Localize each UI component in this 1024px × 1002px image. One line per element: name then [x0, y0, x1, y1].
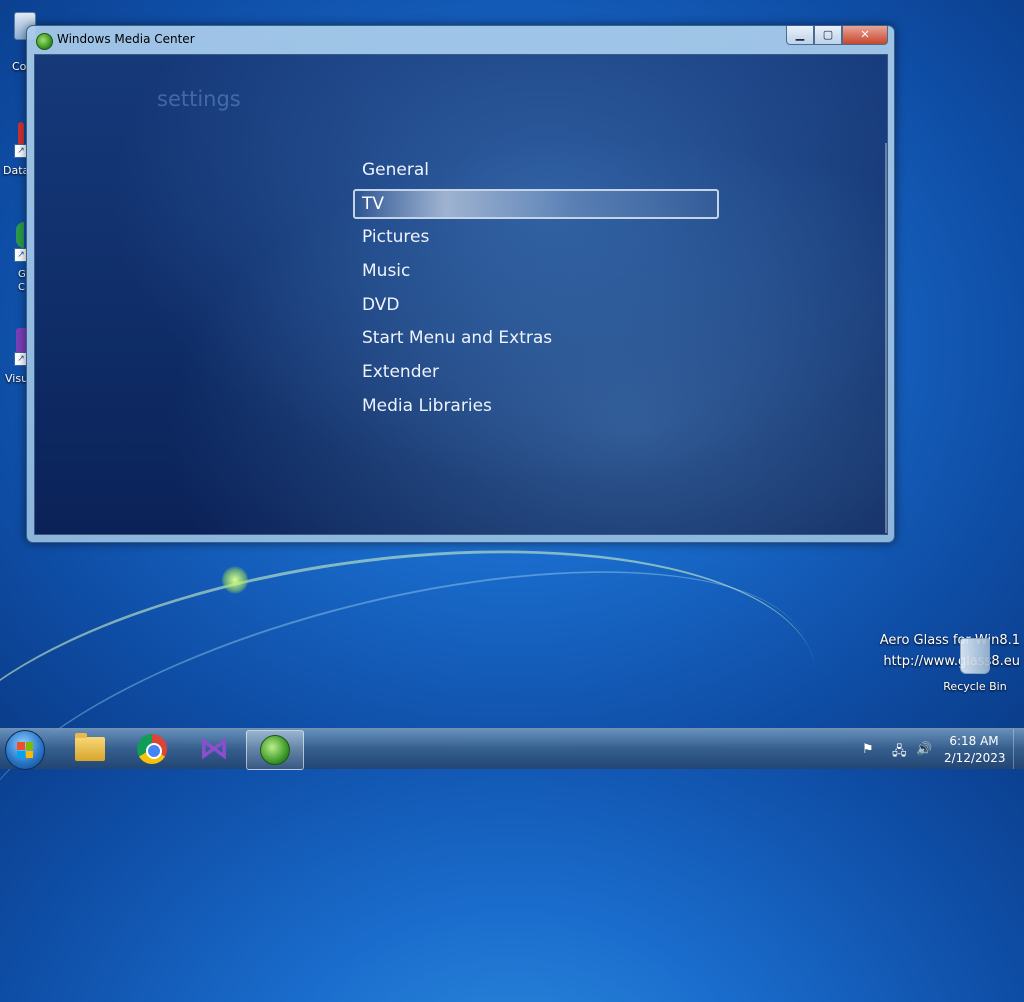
taskbar-google-chrome[interactable]: [124, 730, 180, 768]
recycle-bin-icon: [960, 638, 990, 674]
window-title: Windows Media Center: [57, 32, 195, 46]
menu-item-start-menu-extras[interactable]: Start Menu and Extras: [353, 323, 719, 353]
menu-item-pictures[interactable]: Pictures: [353, 222, 719, 252]
chrome-icon: [137, 734, 167, 764]
action-center-flag-icon[interactable]: ⚑: [862, 742, 874, 757]
taskbar-visual-studio[interactable]: ⋈: [186, 730, 242, 768]
start-button[interactable]: [5, 730, 45, 770]
taskbar: ⋈ ⚑ 🖧 🔊 6:18 AM 2/12/2023: [0, 728, 1024, 770]
media-center-window[interactable]: Windows Media Center ▁ ▢ ✕ settings Gene…: [26, 25, 895, 543]
clock-date: 2/12/2023: [944, 751, 1006, 765]
media-center-icon: [36, 33, 53, 50]
window-controls: ▁ ▢ ✕: [786, 26, 888, 45]
clock-time: 6:18 AM: [949, 734, 999, 748]
desktop-icon-label: Co: [12, 60, 27, 73]
show-desktop-button[interactable]: [1013, 729, 1024, 769]
recycle-bin-label: Recycle Bin: [943, 680, 1007, 693]
menu-item-tv[interactable]: TV: [353, 188, 719, 219]
content-edge: [885, 143, 887, 533]
network-icon[interactable]: 🖧: [892, 742, 907, 764]
minimize-button[interactable]: ▁: [786, 26, 814, 45]
menu-item-music[interactable]: Music: [353, 256, 719, 286]
maximize-button[interactable]: ▢: [814, 26, 842, 45]
folder-icon: [75, 733, 105, 761]
volume-icon[interactable]: 🔊: [916, 742, 932, 757]
close-button[interactable]: ✕: [842, 26, 888, 45]
system-clock[interactable]: 6:18 AM 2/12/2023: [944, 733, 1006, 767]
taskbar-windows-media-center[interactable]: [246, 730, 304, 770]
menu-item-general[interactable]: General: [353, 155, 719, 185]
desktop-icon-recycle-bin[interactable]: Recycle Bin: [940, 638, 1010, 693]
page-title: settings: [157, 87, 241, 111]
desktop-icon-label: G C: [18, 269, 26, 293]
menu-item-extender[interactable]: Extender: [353, 357, 719, 387]
chrome-shortcut-icon: [16, 222, 24, 248]
desktop-icon-label: Visu: [5, 372, 29, 385]
settings-menu: General TV Pictures Music DVD Start Menu…: [353, 155, 719, 425]
taskbar-file-explorer[interactable]: [62, 730, 118, 768]
media-center-icon: [260, 735, 290, 765]
media-center-content: settings General TV Pictures Music DVD S…: [34, 54, 888, 535]
wallpaper-glow: [222, 566, 248, 594]
menu-item-dvd[interactable]: DVD: [353, 290, 719, 320]
windows-logo-icon: [17, 742, 33, 758]
menu-item-media-libraries[interactable]: Media Libraries: [353, 391, 719, 421]
visual-studio-icon: ⋈: [199, 731, 229, 766]
window-titlebar[interactable]: Windows Media Center ▁ ▢ ✕: [27, 26, 894, 53]
